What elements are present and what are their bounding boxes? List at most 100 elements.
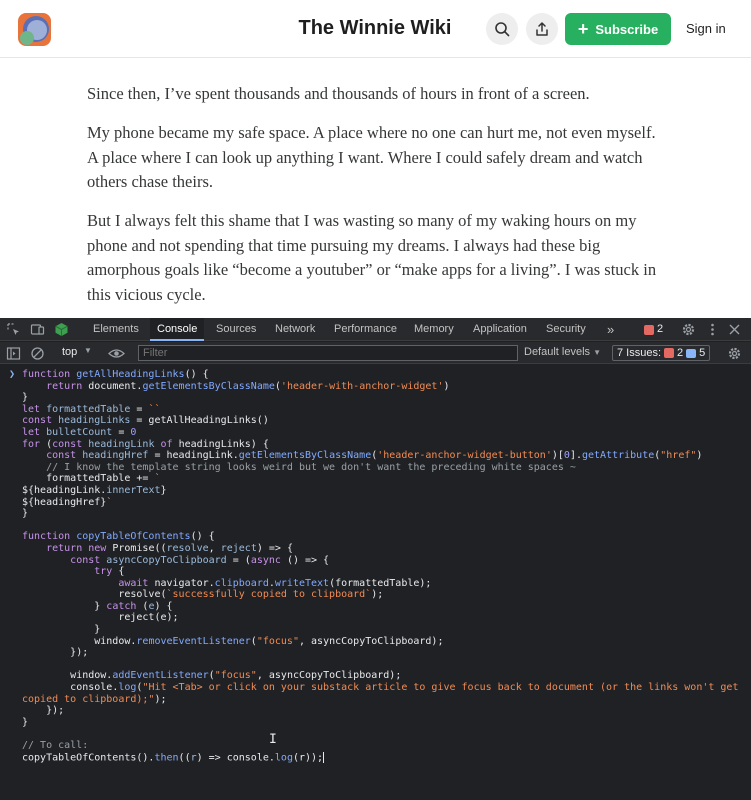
settings-gear-icon[interactable]: [681, 322, 696, 337]
sign-in-link[interactable]: Sign in: [686, 21, 726, 36]
code-token: = getAllHeadingLinks(): [130, 415, 269, 427]
tab-console[interactable]: Console: [150, 318, 205, 341]
code-line: }: [22, 717, 744, 729]
tab-network[interactable]: Network: [268, 318, 322, 341]
share-icon: [536, 22, 548, 36]
code-token: return new: [46, 542, 113, 554]
code-token: // I know the template string looks weir…: [46, 461, 576, 473]
sidebar-toggle-icon[interactable]: [6, 346, 21, 361]
code-line: }: [22, 624, 744, 636]
code-token: innerText: [106, 484, 161, 496]
code-token: resolve: [166, 542, 209, 554]
code-line: window.removeEventListener("focus", asyn…: [22, 636, 744, 648]
code-token: document.: [88, 380, 143, 392]
code-token: headingLink: [88, 438, 161, 450]
search-icon: [495, 22, 510, 37]
tab-application[interactable]: Application: [466, 318, 534, 341]
code-token: of: [160, 438, 179, 450]
console-filter-input[interactable]: [138, 345, 518, 361]
tab-memory[interactable]: Memory: [407, 318, 461, 341]
tab-sources[interactable]: Sources: [209, 318, 263, 341]
code-token: console.: [22, 682, 119, 694]
device-toolbar-icon[interactable]: [30, 322, 45, 337]
code-token: getAttribute: [581, 450, 655, 462]
code-line: const headingHref = headingLink.getEleme…: [22, 450, 744, 462]
more-tabs-icon[interactable]: »: [600, 318, 621, 341]
error-count: 2: [657, 323, 664, 335]
code-line: resolve(`successfully copied to clipboar…: [22, 589, 744, 601]
code-token: }: [160, 484, 167, 496]
code-token: });: [22, 705, 65, 717]
code-token: {: [118, 566, 125, 578]
kebab-menu-icon[interactable]: [705, 322, 720, 337]
code-token: = headingLink.: [148, 450, 239, 462]
code-token: headingLinks) {: [178, 438, 269, 450]
code-token: ) => console.: [196, 752, 275, 764]
code-token: `: [154, 473, 161, 485]
error-count-badge[interactable]: 2: [641, 322, 666, 337]
code-line: window.addEventListener("focus", asyncCo…: [22, 670, 744, 682]
code-token: ) => {: [256, 542, 293, 554]
text-caret: [323, 751, 325, 763]
code-token: 0: [130, 426, 137, 438]
code-line: const asyncCopyToClipboard = (async () =…: [22, 555, 744, 567]
code-token: for: [22, 438, 47, 450]
code-token: `successfully copied to clipboard`: [166, 589, 372, 601]
code-token: ): [443, 380, 450, 392]
search-button[interactable]: [486, 13, 518, 45]
code-token: bulletCount: [46, 426, 113, 438]
tab-elements[interactable]: Elements: [86, 318, 146, 341]
code-token: headingHref: [82, 450, 149, 462]
text-cursor-icon: Ι: [269, 732, 277, 747]
code-token: log: [118, 682, 137, 694]
error-icon: [644, 324, 654, 335]
subscribe-button[interactable]: + Subscribe: [565, 13, 671, 45]
console-input-code[interactable]: function getAllHeadingLinks() { return d…: [22, 369, 744, 764]
code-token: writeText: [274, 577, 330, 589]
code-token: 'header-anchor-widget-button': [377, 450, 552, 462]
code-line: await navigator.clipboard.writeText(form…: [22, 578, 744, 590]
code-token: }: [22, 716, 29, 728]
code-token: try: [94, 566, 119, 578]
code-token: }: [22, 392, 29, 404]
code-token: , asyncCopyToClipboard);: [256, 670, 402, 682]
inspect-element-icon[interactable]: [6, 322, 21, 337]
devtools-tab-bar: Elements Console Sources Network Perform…: [0, 318, 751, 341]
code-token: // To call:: [22, 740, 89, 751]
share-button[interactable]: [526, 13, 558, 45]
code-token: removeEventListener: [136, 635, 251, 647]
console-output[interactable]: ❯ function getAllHeadingLinks() { return…: [0, 365, 751, 800]
code-token: ``: [148, 403, 161, 415]
article-paragraph: But I always felt this shame that I was …: [87, 211, 657, 304]
extension-cube-icon[interactable]: [54, 322, 69, 337]
site-title[interactable]: The Winnie Wiki: [290, 17, 460, 40]
code-token: =: [112, 426, 131, 438]
code-token: const: [46, 450, 83, 462]
console-settings-gear-icon[interactable]: [727, 346, 742, 361]
code-token: (r));: [292, 752, 324, 764]
code-token: "focus": [214, 670, 257, 682]
close-icon[interactable]: [727, 322, 742, 337]
code-token: ${headingLink.: [22, 484, 107, 496]
code-token: window.: [22, 670, 113, 682]
code-token: ,: [208, 542, 221, 554]
clear-console-icon[interactable]: [30, 346, 45, 361]
publication-logo[interactable]: [18, 13, 51, 46]
log-levels-dropdown[interactable]: Default levels ▼: [524, 346, 601, 358]
code-token: const: [70, 554, 107, 566]
code-token: () {: [190, 531, 215, 543]
tab-security[interactable]: Security: [539, 318, 593, 341]
execution-context-select[interactable]: top: [62, 346, 77, 358]
plus-icon: +: [577, 19, 589, 39]
article-body: Since then, I’ve spent thousands and tho…: [0, 58, 751, 318]
code-token: "href": [660, 450, 697, 462]
issues-button[interactable]: 7 Issues: 2 5: [612, 345, 711, 361]
tab-performance[interactable]: Performance: [327, 318, 404, 341]
eye-icon[interactable]: [108, 346, 125, 361]
